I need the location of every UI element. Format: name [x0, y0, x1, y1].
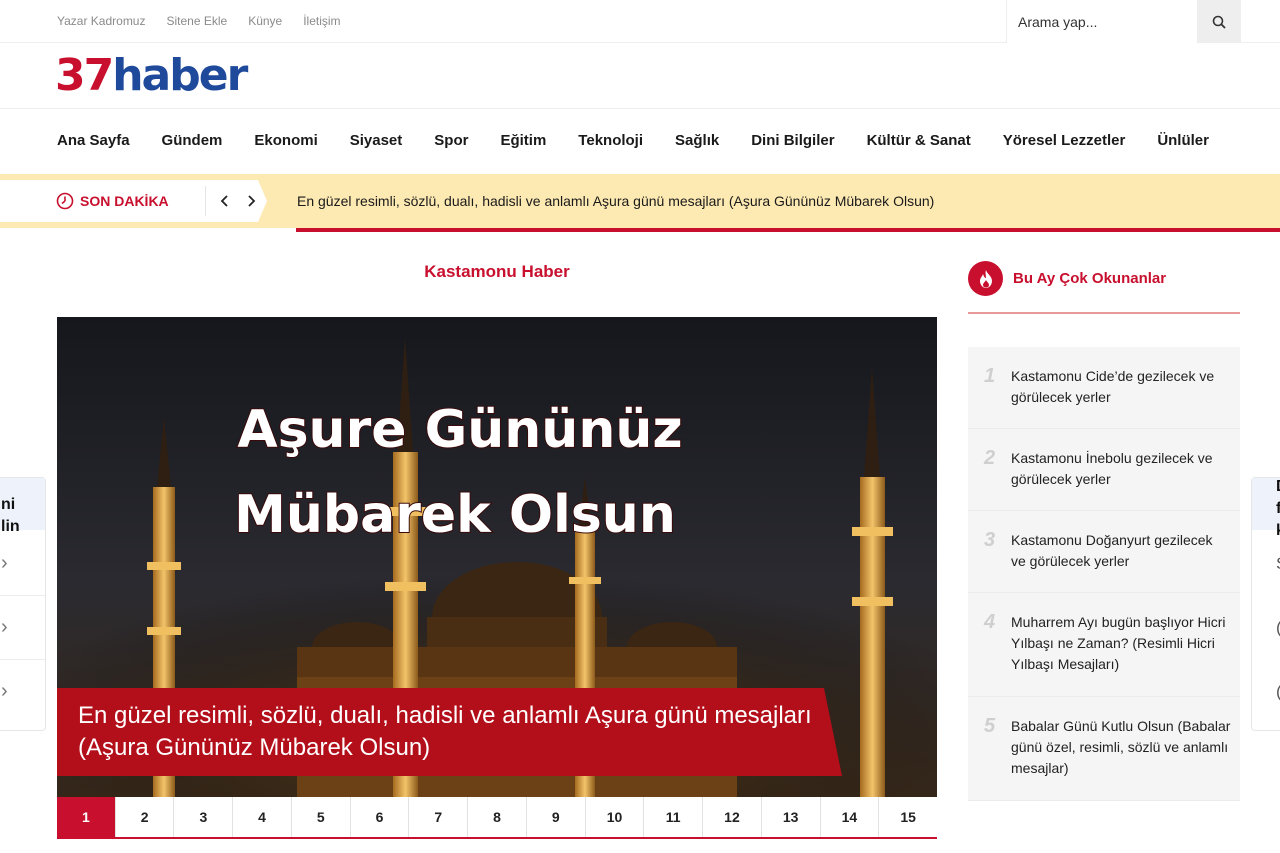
- right-edge-glyph[interactable]: (: [1276, 682, 1280, 702]
- chevron-left-icon: [220, 195, 228, 207]
- page-button-12[interactable]: 12: [703, 797, 762, 837]
- page-button-9[interactable]: 9: [526, 797, 586, 837]
- right-edge-panel: Dfk Ş ( (: [1251, 477, 1280, 731]
- popular-item[interactable]: 2 Kastamonu İnebolu gezilecek ve görülec…: [968, 429, 1240, 511]
- sidebar-title: Bu Ay Çok Okunanlar: [1013, 270, 1167, 287]
- slide-caption[interactable]: En güzel resimli, sözlü, dualı, hadisli …: [57, 688, 842, 776]
- popular-item-number: 1: [984, 365, 996, 387]
- nav-item-spor[interactable]: Spor: [434, 132, 468, 149]
- popular-item-title[interactable]: Muharrem Ayı bugün başlıyor Hicri Yılbaş…: [1011, 612, 1231, 675]
- divider: [0, 595, 45, 596]
- top-bar: Yazar Kadromuz Sitene Ekle Künye İletişi…: [0, 0, 1280, 43]
- breaking-headline-link[interactable]: En güzel resimli, sözlü, dualı, hadisli …: [297, 193, 934, 209]
- slider-pagination: 1 2 3 4 5 6 7 8 9 10 11 12 13 14 15: [57, 797, 938, 839]
- top-link-yazar-kadromuz[interactable]: Yazar Kadromuz: [57, 14, 145, 28]
- popular-list: 1 Kastamonu Cide’de gezilecek ve görülec…: [968, 347, 1240, 801]
- nav-item-yoresel-lezzetler[interactable]: Yöresel Lezzetler: [1003, 132, 1126, 149]
- popular-item-title[interactable]: Babalar Günü Kutlu Olsun (Babalar günü ö…: [1011, 716, 1231, 779]
- search-input[interactable]: [1007, 0, 1197, 43]
- breaking-label: SON DAKİKA: [80, 193, 169, 209]
- top-links: Yazar Kadromuz Sitene Ekle Künye İletişi…: [57, 14, 341, 28]
- sidebar-header: Bu Ay Çok Okunanlar: [968, 261, 1240, 314]
- right-edge-panel-header: Dfk: [1252, 478, 1280, 539]
- breaking-divider: [205, 186, 206, 216]
- left-edge-line-1: ni: [1, 496, 16, 513]
- right-edge-line-1: D: [1276, 478, 1280, 495]
- headline-slider[interactable]: Aşure Gününüz Mübarek Olsun En güzel res…: [57, 317, 937, 797]
- page-button-4[interactable]: 4: [233, 797, 292, 837]
- right-edge-line-2: f: [1276, 500, 1280, 517]
- breaking-news-bar: SON DAKİKA En güzel resimli, sözlü, dual…: [0, 174, 1280, 228]
- chevron-right-icon[interactable]: ›: [1, 680, 8, 703]
- top-link-kunye[interactable]: Künye: [248, 14, 282, 28]
- nav-item-saglik[interactable]: Sağlık: [675, 132, 719, 149]
- popular-item[interactable]: 5 Babalar Günü Kutlu Olsun (Babalar günü…: [968, 697, 1240, 801]
- search-icon: [1212, 15, 1226, 29]
- page-button-7[interactable]: 7: [409, 797, 469, 837]
- top-link-sitene-ekle[interactable]: Sitene Ekle: [166, 14, 227, 28]
- page-button-15[interactable]: 15: [879, 797, 938, 837]
- search-box: [1006, 0, 1241, 43]
- page-button-1[interactable]: 1: [57, 797, 116, 837]
- page-button-2[interactable]: 2: [115, 797, 175, 837]
- popular-item[interactable]: 3 Kastamonu Doğanyurt gezilecek ve görül…: [968, 511, 1240, 593]
- fire-icon: [968, 261, 1003, 296]
- top-link-iletisim[interactable]: İletişim: [303, 14, 340, 28]
- page-button-5[interactable]: 5: [291, 797, 351, 837]
- popular-item-title[interactable]: Kastamonu İnebolu gezilecek ve görülecek…: [1011, 448, 1231, 490]
- popular-item[interactable]: 1 Kastamonu Cide’de gezilecek ve görülec…: [968, 347, 1240, 429]
- nav-item-ana-sayfa[interactable]: Ana Sayfa: [57, 132, 130, 149]
- slide-caption-text: En güzel resimli, sözlü, dualı, hadisli …: [78, 702, 812, 761]
- page-button-3[interactable]: 3: [174, 797, 234, 837]
- right-edge-glyph[interactable]: Ş: [1276, 554, 1280, 574]
- right-edge-glyph[interactable]: (: [1276, 618, 1280, 638]
- section-title: Kastamonu Haber: [424, 262, 570, 281]
- logo-number: 37: [55, 50, 114, 101]
- page-button-6[interactable]: 6: [350, 797, 410, 837]
- nav-item-ekonomi[interactable]: Ekonomi: [254, 132, 317, 149]
- logo-row: 37haber: [0, 44, 1280, 109]
- nav-item-egitim[interactable]: Eğitim: [500, 132, 546, 149]
- popular-item-title[interactable]: Kastamonu Cide’de gezilecek ve görülecek…: [1011, 366, 1231, 408]
- slide-image-text-1: Aşure Gününüz: [237, 400, 682, 460]
- logo-word: haber: [112, 50, 248, 101]
- page-button-11[interactable]: 11: [644, 797, 704, 837]
- chevron-right-icon[interactable]: ›: [1, 616, 8, 639]
- page-button-8[interactable]: 8: [468, 797, 527, 837]
- search-button[interactable]: [1197, 0, 1241, 43]
- nav-item-dini-bilgiler[interactable]: Dini Bilgiler: [751, 132, 834, 149]
- chevron-right-icon[interactable]: ›: [1, 552, 8, 575]
- right-edge-line-3: k: [1276, 522, 1280, 539]
- left-edge-panel-header: ni lin: [0, 478, 45, 535]
- popular-item-title[interactable]: Kastamonu Doğanyurt gezilecek ve görülec…: [1011, 530, 1231, 572]
- popular-item-number: 4: [984, 611, 996, 633]
- page-button-13[interactable]: 13: [761, 797, 821, 837]
- breaking-underline: [296, 228, 1280, 232]
- clock-icon: [56, 192, 74, 210]
- page-button-14[interactable]: 14: [820, 797, 880, 837]
- left-edge-panel: ni lin › › ›: [0, 477, 46, 731]
- breaking-next-button[interactable]: [241, 189, 261, 213]
- chevron-right-icon: [248, 195, 256, 207]
- site-logo[interactable]: 37haber: [55, 50, 248, 102]
- popular-item-number: 5: [984, 715, 996, 737]
- nav-item-gundem[interactable]: Gündem: [162, 132, 223, 149]
- breaking-label-box: SON DAKİKA: [0, 180, 267, 222]
- nav-item-siyaset[interactable]: Siyaset: [350, 132, 403, 149]
- main-nav: Ana Sayfa Gündem Ekonomi Siyaset Spor Eğ…: [57, 109, 1209, 172]
- popular-item-number: 2: [984, 447, 996, 469]
- page-button-10[interactable]: 10: [585, 797, 645, 837]
- nav-item-unluler[interactable]: Ünlüler: [1157, 132, 1209, 149]
- breaking-prev-button[interactable]: [215, 189, 235, 213]
- nav-item-kultur-sanat[interactable]: Kültür & Sanat: [867, 132, 971, 149]
- divider: [0, 659, 45, 660]
- popular-item[interactable]: 4 Muharrem Ayı bugün başlıyor Hicri Yılb…: [968, 593, 1240, 697]
- left-edge-line-2: lin: [1, 518, 20, 535]
- nav-item-teknoloji[interactable]: Teknoloji: [578, 132, 643, 149]
- popular-item-number: 3: [984, 529, 996, 551]
- slide-image-text-2: Mübarek Olsun: [234, 485, 676, 545]
